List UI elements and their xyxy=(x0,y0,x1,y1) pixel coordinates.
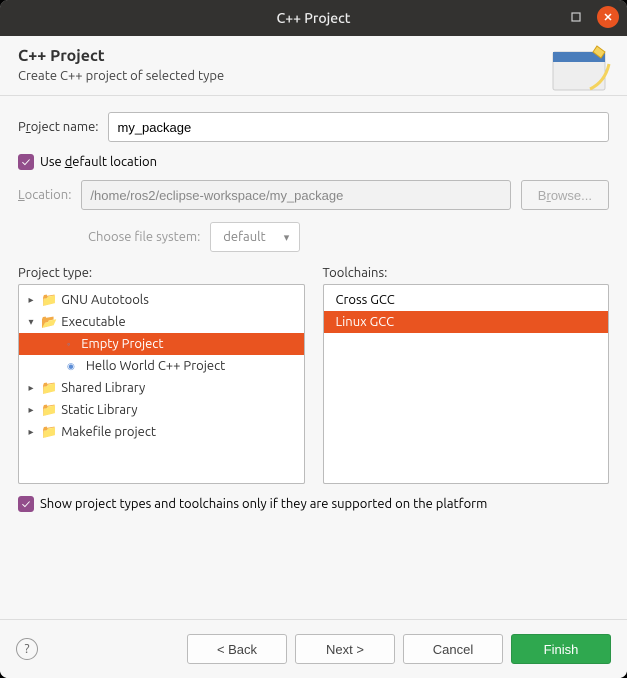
show-supported-label: Show project types and toolchains only i… xyxy=(40,497,487,511)
chevron-right-icon: ▸ xyxy=(25,426,37,438)
tree-item-hello-world[interactable]: ◉ Hello World C++ Project xyxy=(19,355,304,377)
file-system-row: Choose file system: default xyxy=(18,222,609,252)
maximize-icon xyxy=(571,12,581,22)
close-icon xyxy=(603,12,613,22)
chevron-right-icon: ▸ xyxy=(25,382,37,394)
window-controls xyxy=(565,6,619,28)
chevron-down-icon: ▾ xyxy=(25,316,37,328)
browse-button: Browse... xyxy=(521,180,609,210)
bullet-icon: ◉ xyxy=(67,361,75,372)
location-input xyxy=(81,180,510,210)
tree-item-makefile-project[interactable]: ▸📁Makefile project xyxy=(19,421,304,443)
project-name-row: Project name: xyxy=(18,112,609,142)
finish-button[interactable]: Finish xyxy=(511,634,611,664)
use-default-location-checkbox[interactable]: ✓ xyxy=(18,154,34,170)
panes: ▸📁GNU Autotools ▾📂Executable ◦ Empty Pro… xyxy=(18,284,609,484)
project-type-label: Project type: xyxy=(18,266,305,280)
help-icon: ? xyxy=(24,642,29,656)
use-default-location-label: Use default location xyxy=(40,155,157,169)
list-item-cross-gcc[interactable]: Cross GCC xyxy=(324,289,609,311)
project-name-label: Project name: xyxy=(18,120,98,134)
show-supported-row[interactable]: ✓ Show project types and toolchains only… xyxy=(18,496,609,512)
wizard-header: C++ Project Create C++ project of select… xyxy=(0,36,627,96)
chevron-right-icon: ▸ xyxy=(25,404,37,416)
use-default-location-row[interactable]: ✓ Use default location xyxy=(18,154,609,170)
tree-item-executable[interactable]: ▾📂Executable xyxy=(19,311,304,333)
list-item-linux-gcc[interactable]: Linux GCC xyxy=(324,311,609,333)
tree-item-static-library[interactable]: ▸📁Static Library xyxy=(19,399,304,421)
toolchains-list[interactable]: Cross GCC Linux GCC xyxy=(323,284,610,484)
wizard-body: Project name: ✓ Use default location Loc… xyxy=(0,96,627,619)
back-button[interactable]: < Back xyxy=(187,634,287,664)
toolchains-label: Toolchains: xyxy=(323,266,610,280)
file-system-select: default xyxy=(210,222,300,252)
chevron-right-icon: ▸ xyxy=(25,294,37,306)
folder-icon: 📁 xyxy=(41,403,57,418)
folder-icon: 📁 xyxy=(41,381,57,396)
tree-item-shared-library[interactable]: ▸📁Shared Library xyxy=(19,377,304,399)
folder-icon: 📁 xyxy=(41,425,57,440)
cancel-button[interactable]: Cancel xyxy=(403,634,503,664)
dialog-content: C++ Project Create C++ project of select… xyxy=(0,36,627,678)
pane-labels: Project type: Toolchains: xyxy=(18,266,609,280)
dialog-window: C++ Project C++ Project Create C++ proje… xyxy=(0,0,627,678)
project-type-tree[interactable]: ▸📁GNU Autotools ▾📂Executable ◦ Empty Pro… xyxy=(18,284,305,484)
wizard-footer: ? < Back Next > Cancel Finish xyxy=(0,619,627,678)
page-title: C++ Project xyxy=(18,47,609,65)
close-button[interactable] xyxy=(597,6,619,28)
page-subtitle: Create C++ project of selected type xyxy=(18,69,609,83)
help-button[interactable]: ? xyxy=(16,638,38,660)
window-title: C++ Project xyxy=(277,10,351,26)
file-system-label: Choose file system: xyxy=(88,230,200,244)
show-supported-checkbox[interactable]: ✓ xyxy=(18,496,34,512)
location-row: Location: Browse... xyxy=(18,180,609,210)
next-button[interactable]: Next > xyxy=(295,634,395,664)
folder-open-icon: 📂 xyxy=(41,315,57,330)
location-label: Location: xyxy=(18,188,71,202)
project-name-input[interactable] xyxy=(108,112,609,142)
tree-item-empty-project[interactable]: ◦ Empty Project xyxy=(19,333,304,355)
tree-item-gnu-autotools[interactable]: ▸📁GNU Autotools xyxy=(19,289,304,311)
wizard-icon xyxy=(545,44,615,94)
titlebar: C++ Project xyxy=(0,0,627,36)
folder-icon: 📁 xyxy=(41,293,57,308)
maximize-button[interactable] xyxy=(565,6,587,28)
bullet-icon: ◦ xyxy=(67,339,70,349)
